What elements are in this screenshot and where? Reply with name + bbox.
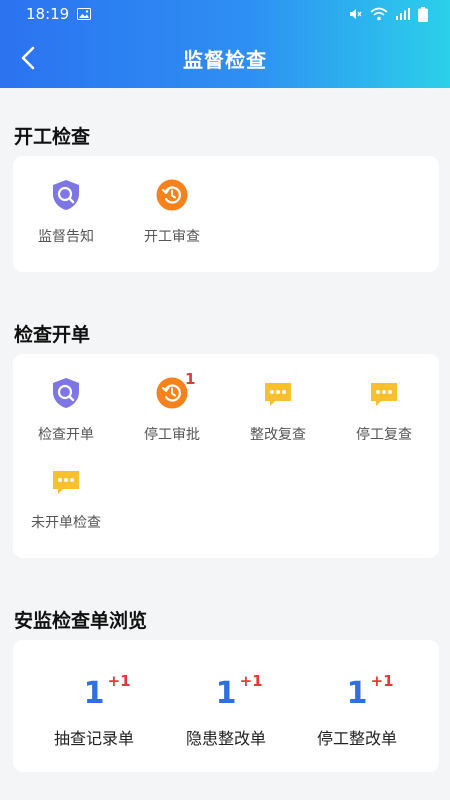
browse-card: 1 +1 抽查记录单 1 +1 隐患整改单 1 +1 停工整改单 [13,640,439,772]
stat-value: 1 +1 [346,672,394,711]
stat-label: 停工整改单 [316,729,397,748]
gallery-icon [77,8,92,20]
signal-icon [396,8,410,20]
stat-delta: +1 [239,672,263,690]
section-title-inspection-order: 检查开单 [14,324,91,346]
stat-stop-rectification[interactable]: 1 +1 停工整改单 [292,672,422,749]
wifi-icon [370,7,388,21]
notification-badge: 1 [185,370,196,388]
stat-hazard-rectification[interactable]: 1 +1 隐患整改单 [161,672,291,749]
page-title: 监督检查 [183,47,267,72]
status-bar: 18:19 [0,0,450,28]
item-stop-review[interactable]: 停工复查 [331,376,437,444]
section-title-start-inspection: 开工检查 [14,126,91,148]
item-label: 整改复查 [250,427,306,443]
clock-refresh-icon [155,178,189,212]
section-title-browse: 安监检查单浏览 [14,610,148,632]
chevron-left-icon [21,46,35,70]
item-label: 停工复查 [356,427,412,443]
stat-label: 抽查记录单 [53,729,134,748]
stat-value: 1 +1 [215,672,263,711]
item-supervision-notice[interactable]: 监督告知 [13,178,119,246]
nav-bar: 监督检查 [0,36,450,80]
message-dots-icon [49,464,83,498]
item-label: 开工审查 [144,229,200,245]
item-label: 停工审批 [144,427,200,443]
item-rectification-review[interactable]: 整改复查 [225,376,331,444]
item-stop-approval[interactable]: 1 停工审批 [119,370,225,444]
stat-label: 隐患整改单 [185,729,266,748]
shield-search-icon [49,376,83,410]
stat-value: 1 +1 [83,672,131,711]
app-header: 18:19 监督检查 [0,0,450,88]
status-time: 18:19 [26,5,70,23]
message-dots-icon [367,376,401,410]
item-label: 未开单检查 [31,515,101,531]
item-inspection-order[interactable]: 检查开单 [13,376,119,444]
item-label: 监督告知 [38,229,94,245]
back-button[interactable] [12,42,44,74]
shield-search-icon [49,178,83,212]
item-label: 检查开单 [38,427,94,443]
start-inspection-card: 监督告知 开工审查 [13,156,439,272]
stat-delta: +1 [370,672,394,690]
clock-refresh-icon: 1 [155,370,195,410]
item-unissued-inspection[interactable]: 未开单检查 [13,464,119,532]
stat-delta: +1 [107,672,131,690]
mute-icon [350,9,362,19]
inspection-order-card: 检查开单 1 停工审批 整改复查 停工复查 未开单检查 [13,354,439,558]
battery-icon [418,6,428,22]
message-dots-icon [261,376,295,410]
stat-spot-check-record[interactable]: 1 +1 抽查记录单 [29,672,159,749]
item-start-review[interactable]: 开工审查 [119,178,225,246]
